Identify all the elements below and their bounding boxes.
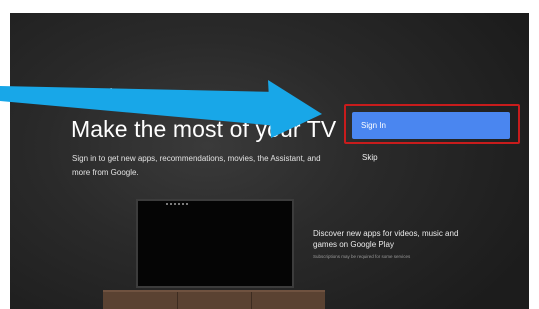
promo-note: Subscriptions may be required for some s… <box>313 254 411 259</box>
tv-illustration <box>136 199 294 288</box>
page-title: Make the most of your TV <box>71 116 337 142</box>
signin-button[interactable]: Sign In <box>352 112 510 139</box>
skip-button[interactable]: Skip <box>362 153 378 162</box>
tv-stand-illustration <box>103 290 325 309</box>
tv-camera-dots <box>166 203 188 205</box>
signin-button-label: Sign In <box>361 121 386 130</box>
page-subtitle: Sign in to get new apps, recommendations… <box>72 154 321 177</box>
tv-setup-screen: Google Make the most of your TV Sign in … <box>10 13 529 309</box>
tv-stand-divider <box>177 292 178 309</box>
promo-title: Discover new apps for videos, music and … <box>313 229 459 249</box>
google-logo: Google <box>72 86 122 103</box>
tv-stand-divider <box>251 292 252 309</box>
